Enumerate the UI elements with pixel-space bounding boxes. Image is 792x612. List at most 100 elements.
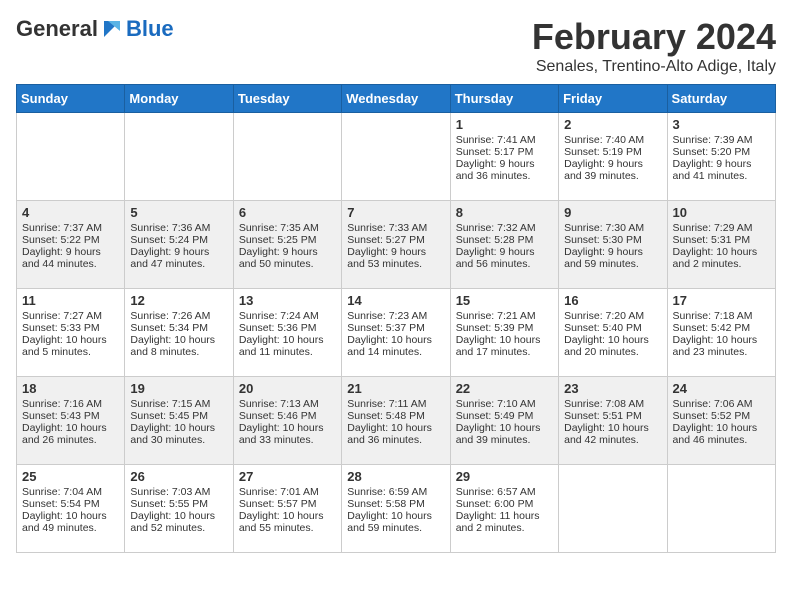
table-row: 11Sunrise: 7:27 AMSunset: 5:33 PMDayligh…: [17, 289, 125, 377]
day-number: 18: [22, 381, 119, 396]
daylight-text: Daylight: 10 hours and 8 minutes.: [130, 334, 227, 358]
table-row: 10 Sunrise: 7:29 AMSunset: 5:31 PMDayligh…: [667, 201, 775, 289]
table-row: 14Sunrise: 7:23 AMSunset: 5:37 PMDayligh…: [342, 289, 450, 377]
sunset-text: Sunset: 5:40 PM: [564, 322, 661, 334]
calendar-week-row: 11Sunrise: 7:27 AMSunset: 5:33 PMDayligh…: [17, 289, 776, 377]
sunrise-text: Sunrise: 7:16 AM: [22, 398, 119, 410]
table-row: 13Sunrise: 7:24 AMSunset: 5:36 PMDayligh…: [233, 289, 341, 377]
sunset-text: Sunset: 5:52 PM: [673, 410, 770, 422]
table-row: 17Sunrise: 7:18 AMSunset: 5:42 PMDayligh…: [667, 289, 775, 377]
table-row: 15Sunrise: 7:21 AMSunset: 5:39 PMDayligh…: [450, 289, 558, 377]
sunset-text: Sunset: 5:37 PM: [347, 322, 444, 334]
day-number: 29: [456, 469, 553, 484]
daylight-text: Daylight: 10 hours and 2 minutes.: [673, 246, 770, 270]
sunrise-text: Sunrise: 7:35 AM: [239, 222, 336, 234]
sunrise-text: Sunrise: 7:08 AM: [564, 398, 661, 410]
sunset-text: Sunset: 5:19 PM: [564, 146, 661, 158]
table-row: [342, 113, 450, 201]
logo: General Blue: [16, 16, 174, 42]
sunrise-text: Sunrise: 7:29 AM: [673, 222, 770, 234]
sunrise-text: Sunrise: 7:36 AM: [130, 222, 227, 234]
sunset-text: Sunset: 5:43 PM: [22, 410, 119, 422]
sunrise-text: Sunrise: 7:30 AM: [564, 222, 661, 234]
day-number: 17: [673, 293, 770, 308]
header-monday: Monday: [125, 85, 233, 113]
day-number: 2: [564, 117, 661, 132]
sunset-text: Sunset: 5:46 PM: [239, 410, 336, 422]
day-number: 6: [239, 205, 336, 220]
day-number: 27: [239, 469, 336, 484]
day-number: 8: [456, 205, 553, 220]
table-row: 12Sunrise: 7:26 AMSunset: 5:34 PMDayligh…: [125, 289, 233, 377]
day-number: 12: [130, 293, 227, 308]
table-row: 19Sunrise: 7:15 AMSunset: 5:45 PMDayligh…: [125, 377, 233, 465]
day-number: 28: [347, 469, 444, 484]
header-thursday: Thursday: [450, 85, 558, 113]
day-number: 4: [22, 205, 119, 220]
header-tuesday: Tuesday: [233, 85, 341, 113]
day-number: 10: [673, 205, 770, 220]
table-row: 1Sunrise: 7:41 AMSunset: 5:17 PMDaylight…: [450, 113, 558, 201]
daylight-text: Daylight: 9 hours and 53 minutes.: [347, 246, 444, 270]
day-number: 15: [456, 293, 553, 308]
daylight-text: Daylight: 10 hours and 52 minutes.: [130, 510, 227, 534]
daylight-text: Daylight: 10 hours and 30 minutes.: [130, 422, 227, 446]
sunset-text: Sunset: 5:48 PM: [347, 410, 444, 422]
sunrise-text: Sunrise: 7:15 AM: [130, 398, 227, 410]
table-row: 5Sunrise: 7:36 AMSunset: 5:24 PMDaylight…: [125, 201, 233, 289]
day-number: 16: [564, 293, 661, 308]
day-number: 24: [673, 381, 770, 396]
daylight-text: Daylight: 10 hours and 49 minutes.: [22, 510, 119, 534]
sunrise-text: Sunrise: 7:01 AM: [239, 486, 336, 498]
table-row: 24Sunrise: 7:06 AMSunset: 5:52 PMDayligh…: [667, 377, 775, 465]
table-row: 9Sunrise: 7:30 AMSunset: 5:30 PMDaylight…: [559, 201, 667, 289]
daylight-text: Daylight: 10 hours and 55 minutes.: [239, 510, 336, 534]
table-row: 23 Sunrise: 7:08 AMSunset: 5:51 PMDayligh…: [559, 377, 667, 465]
sunset-text: Sunset: 5:36 PM: [239, 322, 336, 334]
table-row: [559, 465, 667, 553]
daylight-text: Daylight: 10 hours and 36 minutes.: [347, 422, 444, 446]
day-number: 20: [239, 381, 336, 396]
daylight-text: Daylight: 9 hours and 39 minutes.: [564, 158, 661, 182]
header-wednesday: Wednesday: [342, 85, 450, 113]
daylight-text: Daylight: 10 hours and 5 minutes.: [22, 334, 119, 358]
sunset-text: Sunset: 5:22 PM: [22, 234, 119, 246]
sunset-text: Sunset: 5:51 PM: [564, 410, 661, 422]
day-number: 22: [456, 381, 553, 396]
day-number: 25: [22, 469, 119, 484]
daylight-text: Daylight: 10 hours and 20 minutes.: [564, 334, 661, 358]
daylight-text: Daylight: 10 hours and 33 minutes.: [239, 422, 336, 446]
table-row: 20Sunrise: 7:13 AMSunset: 5:46 PMDayligh…: [233, 377, 341, 465]
sunrise-text: Sunrise: 7:26 AM: [130, 310, 227, 322]
sunset-text: Sunset: 5:24 PM: [130, 234, 227, 246]
table-row: 2 Sunrise: 7:40 AMSunset: 5:19 PMDaylight…: [559, 113, 667, 201]
sunset-text: Sunset: 5:27 PM: [347, 234, 444, 246]
sunset-text: Sunset: 6:00 PM: [456, 498, 553, 510]
day-number: 21: [347, 381, 444, 396]
sunrise-text: Sunrise: 7:37 AM: [22, 222, 119, 234]
sunset-text: Sunset: 5:39 PM: [456, 322, 553, 334]
day-number: 1: [456, 117, 553, 132]
sunrise-text: Sunrise: 7:24 AM: [239, 310, 336, 322]
daylight-text: Daylight: 9 hours and 50 minutes.: [239, 246, 336, 270]
day-number: 13: [239, 293, 336, 308]
calendar-week-row: 1Sunrise: 7:41 AMSunset: 5:17 PMDaylight…: [17, 113, 776, 201]
day-number: 23: [564, 381, 661, 396]
table-row: 4Sunrise: 7:37 AMSunset: 5:22 PMDaylight…: [17, 201, 125, 289]
logo-general-text: General: [16, 16, 98, 42]
table-row: 16Sunrise: 7:20 AMSunset: 5:40 PMDayligh…: [559, 289, 667, 377]
sunset-text: Sunset: 5:31 PM: [673, 234, 770, 246]
day-number: 11: [22, 293, 119, 308]
daylight-text: Daylight: 10 hours and 42 minutes.: [564, 422, 661, 446]
sunset-text: Sunset: 5:33 PM: [22, 322, 119, 334]
table-row: 18Sunrise: 7:16 AMSunset: 5:43 PMDayligh…: [17, 377, 125, 465]
logo-flag-icon: [100, 19, 124, 39]
table-row: 8Sunrise: 7:32 AMSunset: 5:28 PMDaylight…: [450, 201, 558, 289]
sunset-text: Sunset: 5:17 PM: [456, 146, 553, 158]
table-row: 29Sunrise: 6:57 AMSunset: 6:00 PMDayligh…: [450, 465, 558, 553]
sunrise-text: Sunrise: 7:32 AM: [456, 222, 553, 234]
sunrise-text: Sunrise: 7:40 AM: [564, 134, 661, 146]
sunset-text: Sunset: 5:45 PM: [130, 410, 227, 422]
sunrise-text: Sunrise: 7:33 AM: [347, 222, 444, 234]
page-header: General Blue February 2024 Senales, Tren…: [16, 16, 776, 76]
